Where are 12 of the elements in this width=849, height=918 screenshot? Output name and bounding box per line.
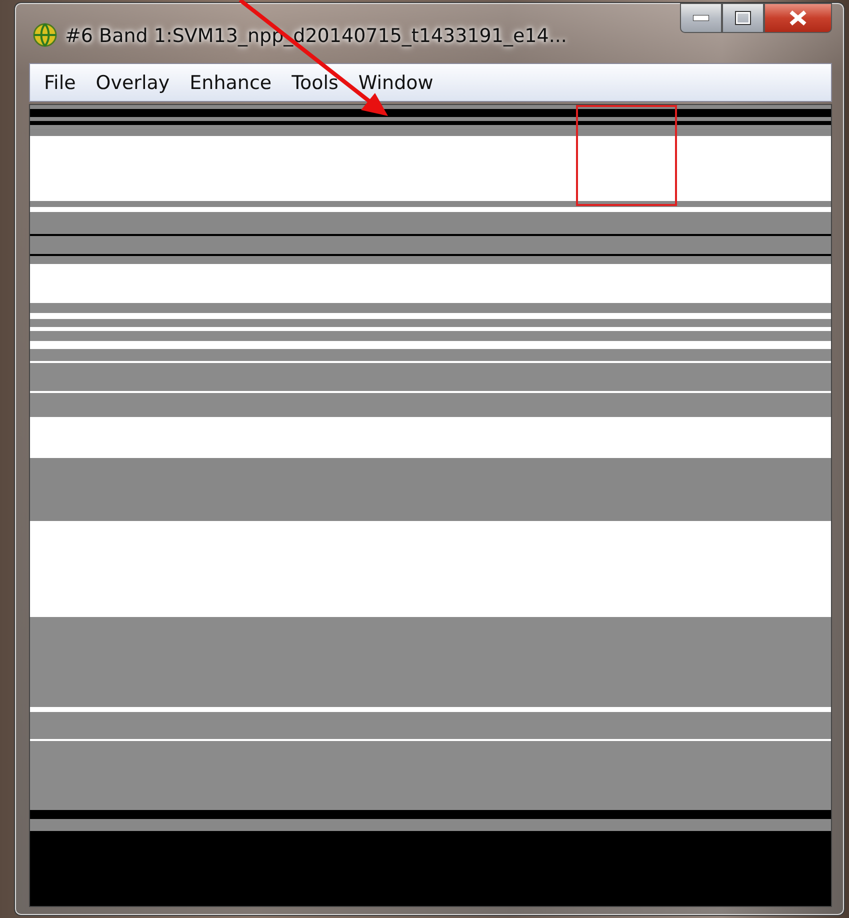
close-button[interactable] [764,3,832,33]
minimize-button[interactable] [680,3,722,33]
menu-item[interactable]: Window [350,72,446,94]
menu-item[interactable]: File [36,72,88,94]
close-icon [789,10,807,26]
menu-item[interactable]: Overlay [88,72,182,94]
menu-item[interactable]: Enhance [182,72,284,94]
maximize-icon [735,11,751,25]
minimize-icon [693,15,709,21]
globe-icon [33,23,57,47]
menu-item[interactable]: Tools [284,72,350,94]
maximize-button[interactable] [722,3,764,33]
